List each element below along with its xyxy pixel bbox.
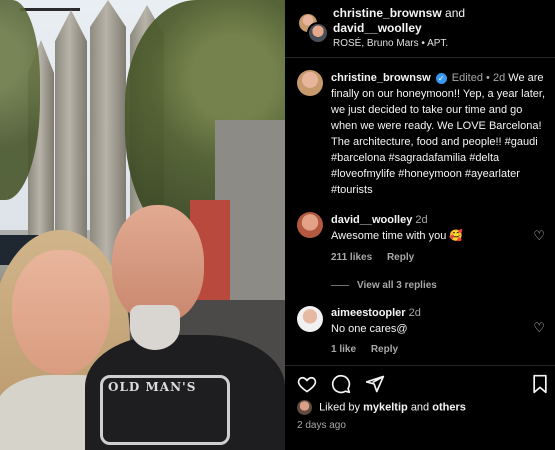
comment-body: david__woolley 2d Awesome time with you … [331, 212, 546, 244]
post-date: 2 days ago [297, 420, 346, 431]
comment-time: 2d [415, 214, 428, 226]
comment-actions: 1 like Reply [331, 344, 410, 355]
photo-woman-face [12, 250, 110, 375]
comment-reply-button[interactable]: Reply [371, 344, 398, 355]
verified-badge-icon: ✓ [435, 72, 447, 84]
comment-actions: 211 likes Reply [331, 252, 426, 263]
avatar[interactable] [297, 70, 323, 96]
avatar[interactable] [297, 212, 323, 238]
avatar[interactable] [297, 306, 323, 332]
photo-shirt-text: OLD MAN'S [108, 380, 197, 394]
liked-by-others[interactable]: others [432, 401, 466, 413]
avatar [307, 22, 329, 44]
post-header: christine_brownsw and david__woolley ROS… [285, 0, 555, 58]
heart-icon[interactable] [297, 374, 317, 398]
caption-body: christine_brownsw ✓ Edited • 2d We are f… [331, 70, 546, 198]
caption-time: 2d [492, 72, 506, 84]
liked-by: Liked by mykeltip and others [297, 400, 466, 415]
comment-username[interactable]: david__woolley [331, 214, 412, 226]
caption-dot: • [486, 72, 490, 84]
header-user-2[interactable]: david__woolley [333, 21, 422, 35]
post-photo[interactable]: OLD MAN'S [0, 0, 285, 450]
comment-text: Awesome time with you 🥰 [331, 230, 464, 242]
comment-likes[interactable]: 211 likes [331, 252, 372, 263]
comment-like-heart-icon[interactable]: ♡ [533, 320, 545, 336]
bookmark-icon[interactable] [531, 374, 549, 398]
avatar[interactable] [297, 400, 312, 415]
comment-time: 2d [408, 307, 421, 319]
header-and: and [445, 6, 466, 20]
send-icon[interactable] [365, 374, 385, 398]
post-side-panel: christine_brownsw and david__woolley ROS… [285, 0, 555, 450]
liked-by-and: and [410, 401, 430, 414]
collab-avatars[interactable] [297, 12, 331, 44]
music-label[interactable]: ROSÉ, Bruno Mars • APT. [333, 38, 448, 49]
liked-by-prefix: Liked by [319, 401, 361, 414]
post-action-bar [285, 365, 555, 400]
caption-text: We are finally on our honeymoon!! Yep, a… [331, 72, 546, 196]
comment-icon[interactable] [331, 374, 351, 398]
liked-by-user[interactable]: mykeltip [363, 401, 408, 413]
header-user-1[interactable]: christine_brownsw [333, 6, 442, 20]
comment-username[interactable]: aimeestoopler [331, 307, 406, 319]
replies-divider [331, 284, 349, 286]
caption-edited: Edited [451, 72, 483, 84]
comment-reply-button[interactable]: Reply [387, 252, 414, 263]
view-replies-label: View all 3 replies [357, 280, 437, 291]
comment-like-heart-icon[interactable]: ♡ [533, 228, 545, 244]
comment-body: aimeestoopler 2d No one cares@ [331, 305, 546, 337]
comment-text: No one cares@ [331, 323, 408, 335]
photo-man-beard [130, 305, 180, 350]
view-replies-button[interactable]: View all 3 replies [331, 280, 437, 291]
comment-likes[interactable]: 1 like [331, 344, 356, 355]
header-usernames: christine_brownsw and david__woolley [333, 6, 465, 36]
caption-username[interactable]: christine_brownsw [331, 72, 431, 84]
